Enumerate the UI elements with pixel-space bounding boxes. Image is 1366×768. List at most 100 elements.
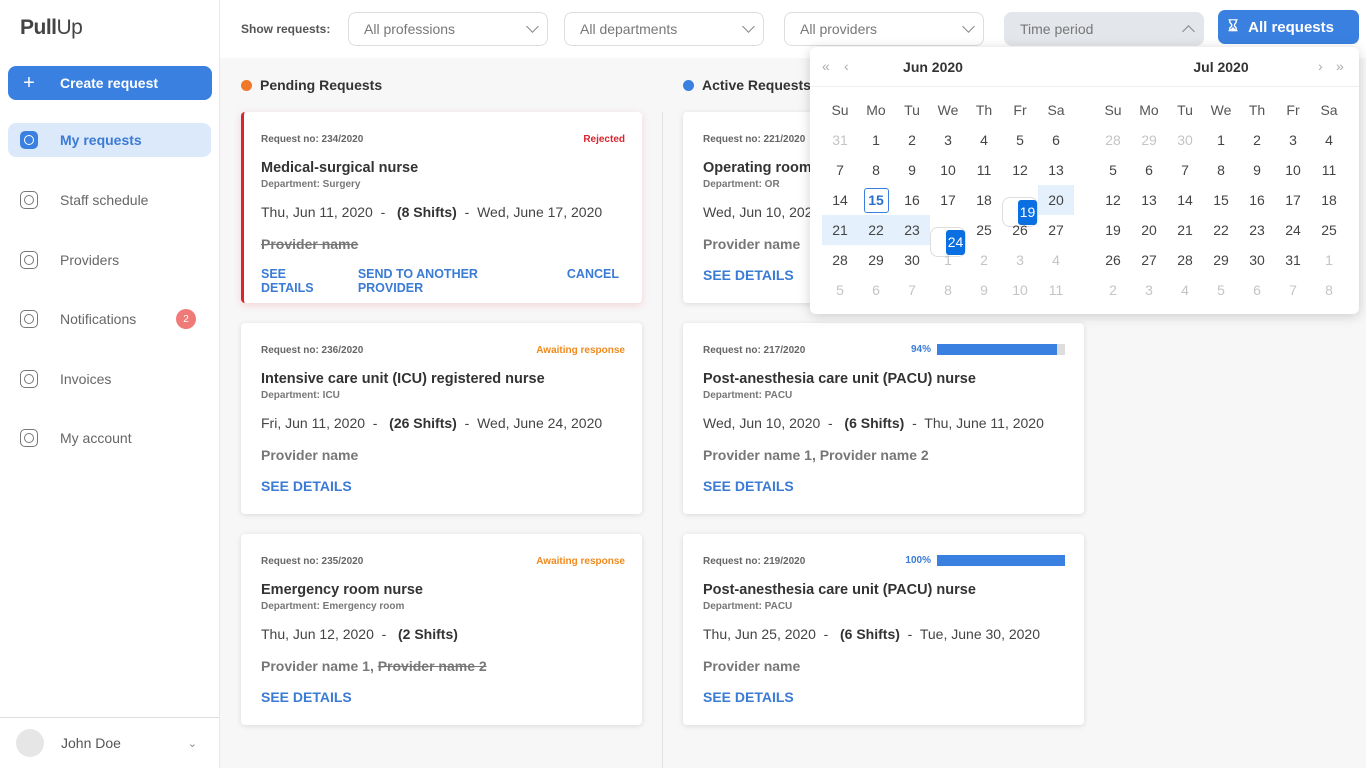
calendar-day[interactable]: 10 (1275, 155, 1311, 185)
calendar-day[interactable]: 21 (1167, 215, 1203, 245)
calendar-day[interactable]: 7 (1167, 155, 1203, 185)
calendar-day[interactable]: 10 (930, 155, 966, 185)
calendar-day[interactable]: 12 (1095, 185, 1131, 215)
calendar-day[interactable]: 6 (858, 275, 894, 305)
calendar-day[interactable]: 8 (930, 275, 966, 305)
see-details-button[interactable]: SEE DETAILS (261, 267, 335, 295)
sidebar-item-providers[interactable]: Providers (8, 243, 211, 277)
calendar-day[interactable]: 28 (1095, 125, 1131, 155)
calendar-day[interactable]: 22 (858, 215, 894, 245)
calendar-day[interactable]: 30 (1239, 245, 1275, 275)
calendar-day[interactable]: 30 (894, 245, 930, 275)
calendar-day[interactable]: 7 (822, 155, 858, 185)
calendar-day[interactable]: 23 (894, 215, 930, 245)
calendar-day[interactable]: 14 (822, 185, 858, 215)
sidebar-item-staff-schedule[interactable]: Staff schedule (8, 183, 211, 217)
calendar-day[interactable]: 19 (1095, 215, 1131, 245)
cancel-button[interactable]: CANCEL (567, 267, 619, 295)
logo[interactable]: PullUp (20, 16, 83, 40)
calendar-day[interactable]: 1 (1203, 125, 1239, 155)
calendar-day[interactable]: 27 (1131, 245, 1167, 275)
profession-select[interactable]: All professions (348, 12, 548, 46)
calendar-day[interactable]: 3 (930, 125, 966, 155)
calendar-day[interactable]: 5 (1002, 125, 1038, 155)
provider-select[interactable]: All providers (784, 12, 984, 46)
all-requests-button[interactable]: ⌛︎ All requests (1218, 10, 1359, 44)
calendar-day[interactable]: 26 (1095, 245, 1131, 275)
calendar-day[interactable]: 9 (894, 155, 930, 185)
calendar-day[interactable]: 11 (1038, 275, 1074, 305)
calendar-day[interactable]: 3 (1002, 245, 1038, 275)
sidebar-item-invoices[interactable]: Invoices (8, 362, 211, 396)
send-to-another-provider-button[interactable]: SEND TO ANOTHER PROVIDER (358, 267, 530, 295)
calendar-day[interactable]: 20 (1038, 185, 1074, 215)
calendar-day[interactable]: 2 (1239, 125, 1275, 155)
month-title[interactable]: Jul 2020 (1161, 59, 1281, 75)
calendar-day[interactable]: 28 (822, 245, 858, 275)
next-month-icon[interactable]: › (1318, 58, 1323, 74)
calendar-day[interactable]: 7 (1275, 275, 1311, 305)
calendar-day[interactable]: 10 (1002, 275, 1038, 305)
calendar-day[interactable]: 17 (930, 185, 966, 215)
user-menu[interactable]: John Doe ⌄ (0, 717, 219, 768)
calendar-day[interactable]: 1 (930, 245, 966, 275)
calendar-day[interactable]: 29 (1203, 245, 1239, 275)
calendar-day[interactable]: 27 (1038, 215, 1074, 245)
calendar-day[interactable]: 11 (1311, 155, 1347, 185)
calendar-day[interactable]: 1 (858, 125, 894, 155)
calendar-day[interactable]: 16 (1239, 185, 1275, 215)
calendar-day[interactable]: 11 (966, 155, 1002, 185)
calendar-day[interactable]: 13 (1131, 185, 1167, 215)
next-year-icon[interactable]: » (1336, 58, 1344, 74)
calendar-day[interactable]: 3 (1275, 125, 1311, 155)
calendar-day[interactable]: 3 (1131, 275, 1167, 305)
calendar-day[interactable]: 17 (1275, 185, 1311, 215)
calendar-day[interactable]: 4 (1311, 125, 1347, 155)
calendar-day[interactable]: 9 (966, 275, 1002, 305)
calendar-day[interactable]: 6 (1239, 275, 1275, 305)
calendar-day[interactable]: 5 (1095, 155, 1131, 185)
see-details-button[interactable]: SEE DETAILS (703, 689, 794, 705)
calendar-day[interactable]: 4 (1167, 275, 1203, 305)
calendar-day[interactable]: 18 (966, 185, 1002, 215)
calendar-day[interactable]: 31 (822, 125, 858, 155)
calendar-day[interactable]: 9 (1239, 155, 1275, 185)
see-details-button[interactable]: SEE DETAILS (261, 478, 352, 494)
calendar-day[interactable]: 18 (1311, 185, 1347, 215)
see-details-button[interactable]: SEE DETAILS (703, 267, 794, 283)
create-request-button[interactable]: + Create request (8, 66, 212, 100)
calendar-day[interactable]: 4 (1038, 245, 1074, 275)
calendar-day[interactable]: 1 (1311, 245, 1347, 275)
calendar-day[interactable]: 26 (1002, 215, 1038, 245)
sidebar-item-my-account[interactable]: My account (8, 421, 211, 455)
calendar-day[interactable]: 22 (1203, 215, 1239, 245)
department-select[interactable]: All departments (564, 12, 764, 46)
calendar-day[interactable]: 8 (1203, 155, 1239, 185)
calendar-day[interactable]: 5 (1203, 275, 1239, 305)
calendar-day[interactable]: 30 (1167, 125, 1203, 155)
calendar-day[interactable]: 24 (1275, 215, 1311, 245)
calendar-day[interactable]: 29 (1131, 125, 1167, 155)
calendar-day[interactable]: 31 (1275, 245, 1311, 275)
calendar-day[interactable]: 14 (1167, 185, 1203, 215)
calendar-day[interactable]: 8 (1311, 275, 1347, 305)
calendar-day[interactable]: 6 (1038, 125, 1074, 155)
prev-year-icon[interactable]: « (822, 58, 830, 74)
calendar-day[interactable]: 20 (1131, 215, 1167, 245)
calendar-day[interactable]: 15 (1203, 185, 1239, 215)
calendar-day[interactable]: 5 (822, 275, 858, 305)
month-title[interactable]: Jun 2020 (873, 59, 993, 75)
calendar-day[interactable]: 21 (822, 215, 858, 245)
time-period-select[interactable]: Time period (1004, 12, 1204, 46)
calendar-day[interactable]: 28 (1167, 245, 1203, 275)
calendar-day[interactable]: 16 (894, 185, 930, 215)
calendar-day[interactable]: 2 (966, 245, 1002, 275)
calendar-day[interactable]: 2 (1095, 275, 1131, 305)
calendar-day[interactable]: 2 (894, 125, 930, 155)
calendar-day[interactable]: 15 (858, 185, 894, 215)
calendar-day[interactable]: 12 (1002, 155, 1038, 185)
calendar-day[interactable]: 13 (1038, 155, 1074, 185)
calendar-day[interactable]: 6 (1131, 155, 1167, 185)
see-details-button[interactable]: SEE DETAILS (703, 478, 794, 494)
prev-month-icon[interactable]: ‹ (844, 58, 849, 74)
